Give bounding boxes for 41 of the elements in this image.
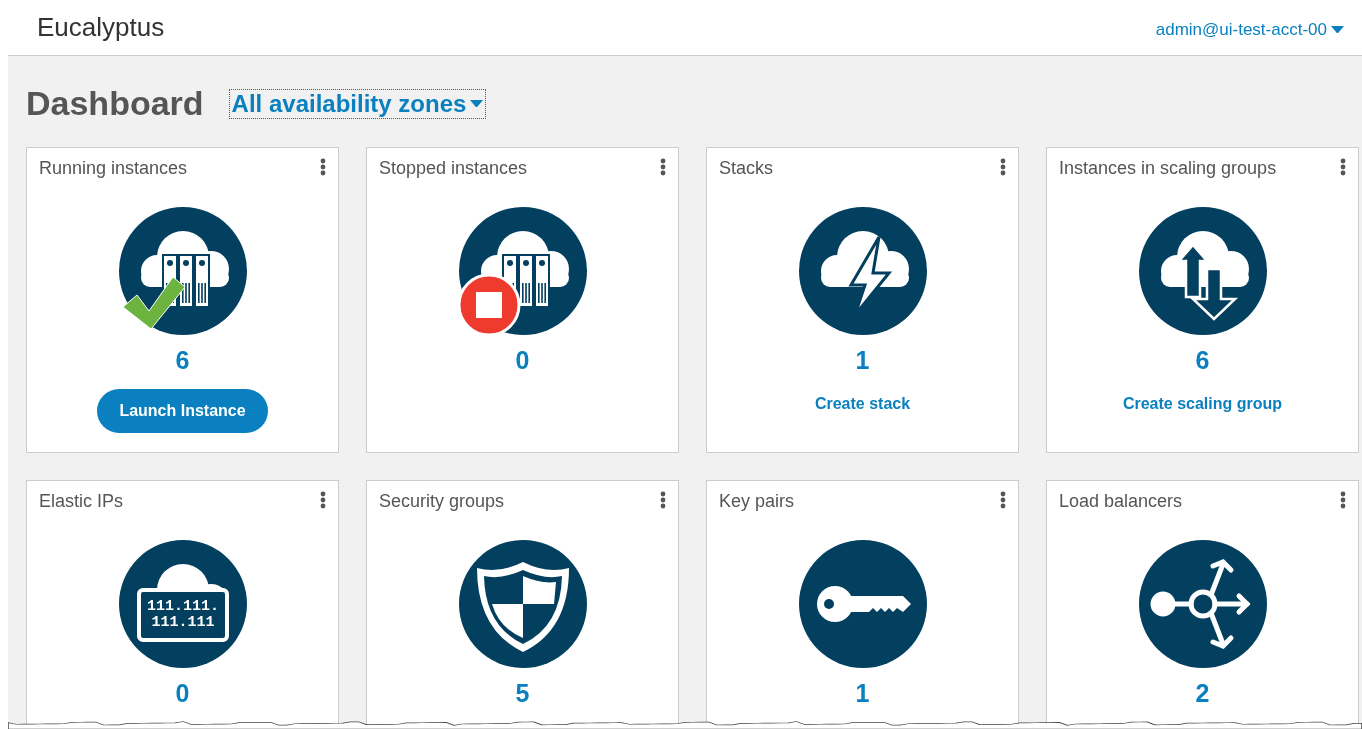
card-title: Load balancers <box>1059 491 1183 512</box>
count-link[interactable]: 1 <box>855 680 870 706</box>
count-link[interactable]: 2 <box>1195 680 1210 706</box>
more-options-icon[interactable] <box>660 491 666 509</box>
more-options-icon[interactable] <box>320 491 326 509</box>
card-title: Elastic IPs <box>39 491 124 512</box>
more-options-icon[interactable] <box>320 158 326 176</box>
cloud-lightning-icon <box>798 207 927 335</box>
brand-name: Eucalyptus <box>37 12 165 43</box>
count-link[interactable]: 0 <box>175 680 190 706</box>
caret-icon <box>1331 25 1344 34</box>
create-link[interactable]: Create stack <box>814 395 911 413</box>
card-title: Stopped instances <box>379 158 528 179</box>
cloud-arrows-icon <box>1138 207 1267 335</box>
card-title: Security groups <box>379 491 505 512</box>
caret-icon <box>470 99 484 108</box>
more-options-icon[interactable] <box>660 158 666 176</box>
key-icon <box>798 540 927 668</box>
zone-selector[interactable]: All availability zones <box>229 89 486 118</box>
card-title: Instances in scaling groups <box>1059 158 1277 179</box>
count-link[interactable]: 5 <box>515 680 530 706</box>
card-title: Running instances <box>39 158 188 179</box>
count-link[interactable]: 0 <box>515 347 530 373</box>
user-menu[interactable]: admin@ui-test-acct-00 <box>1155 19 1344 40</box>
card-title: Key pairs <box>719 491 795 512</box>
cloud-server-stop-icon <box>458 207 587 335</box>
shield-icon <box>458 540 587 668</box>
create-link[interactable]: Create scaling group <box>1122 395 1283 413</box>
count-link[interactable]: 6 <box>175 347 190 373</box>
count-link[interactable]: 6 <box>1195 347 1210 373</box>
more-options-icon[interactable] <box>1340 491 1346 509</box>
card-title: Stacks <box>719 158 774 179</box>
count-link[interactable]: 1 <box>855 347 870 373</box>
cloud-ip-icon: 111.111. 111.111 <box>118 540 247 668</box>
more-options-icon[interactable] <box>1340 158 1346 176</box>
load-balancer-icon <box>1138 540 1267 668</box>
page-title: Dashboard <box>26 84 204 123</box>
more-options-icon[interactable] <box>1000 158 1006 176</box>
cloud-server-check-icon <box>118 207 247 335</box>
launch-instance-button[interactable]: Launch Instance <box>97 389 268 433</box>
more-options-icon[interactable] <box>1000 491 1006 509</box>
